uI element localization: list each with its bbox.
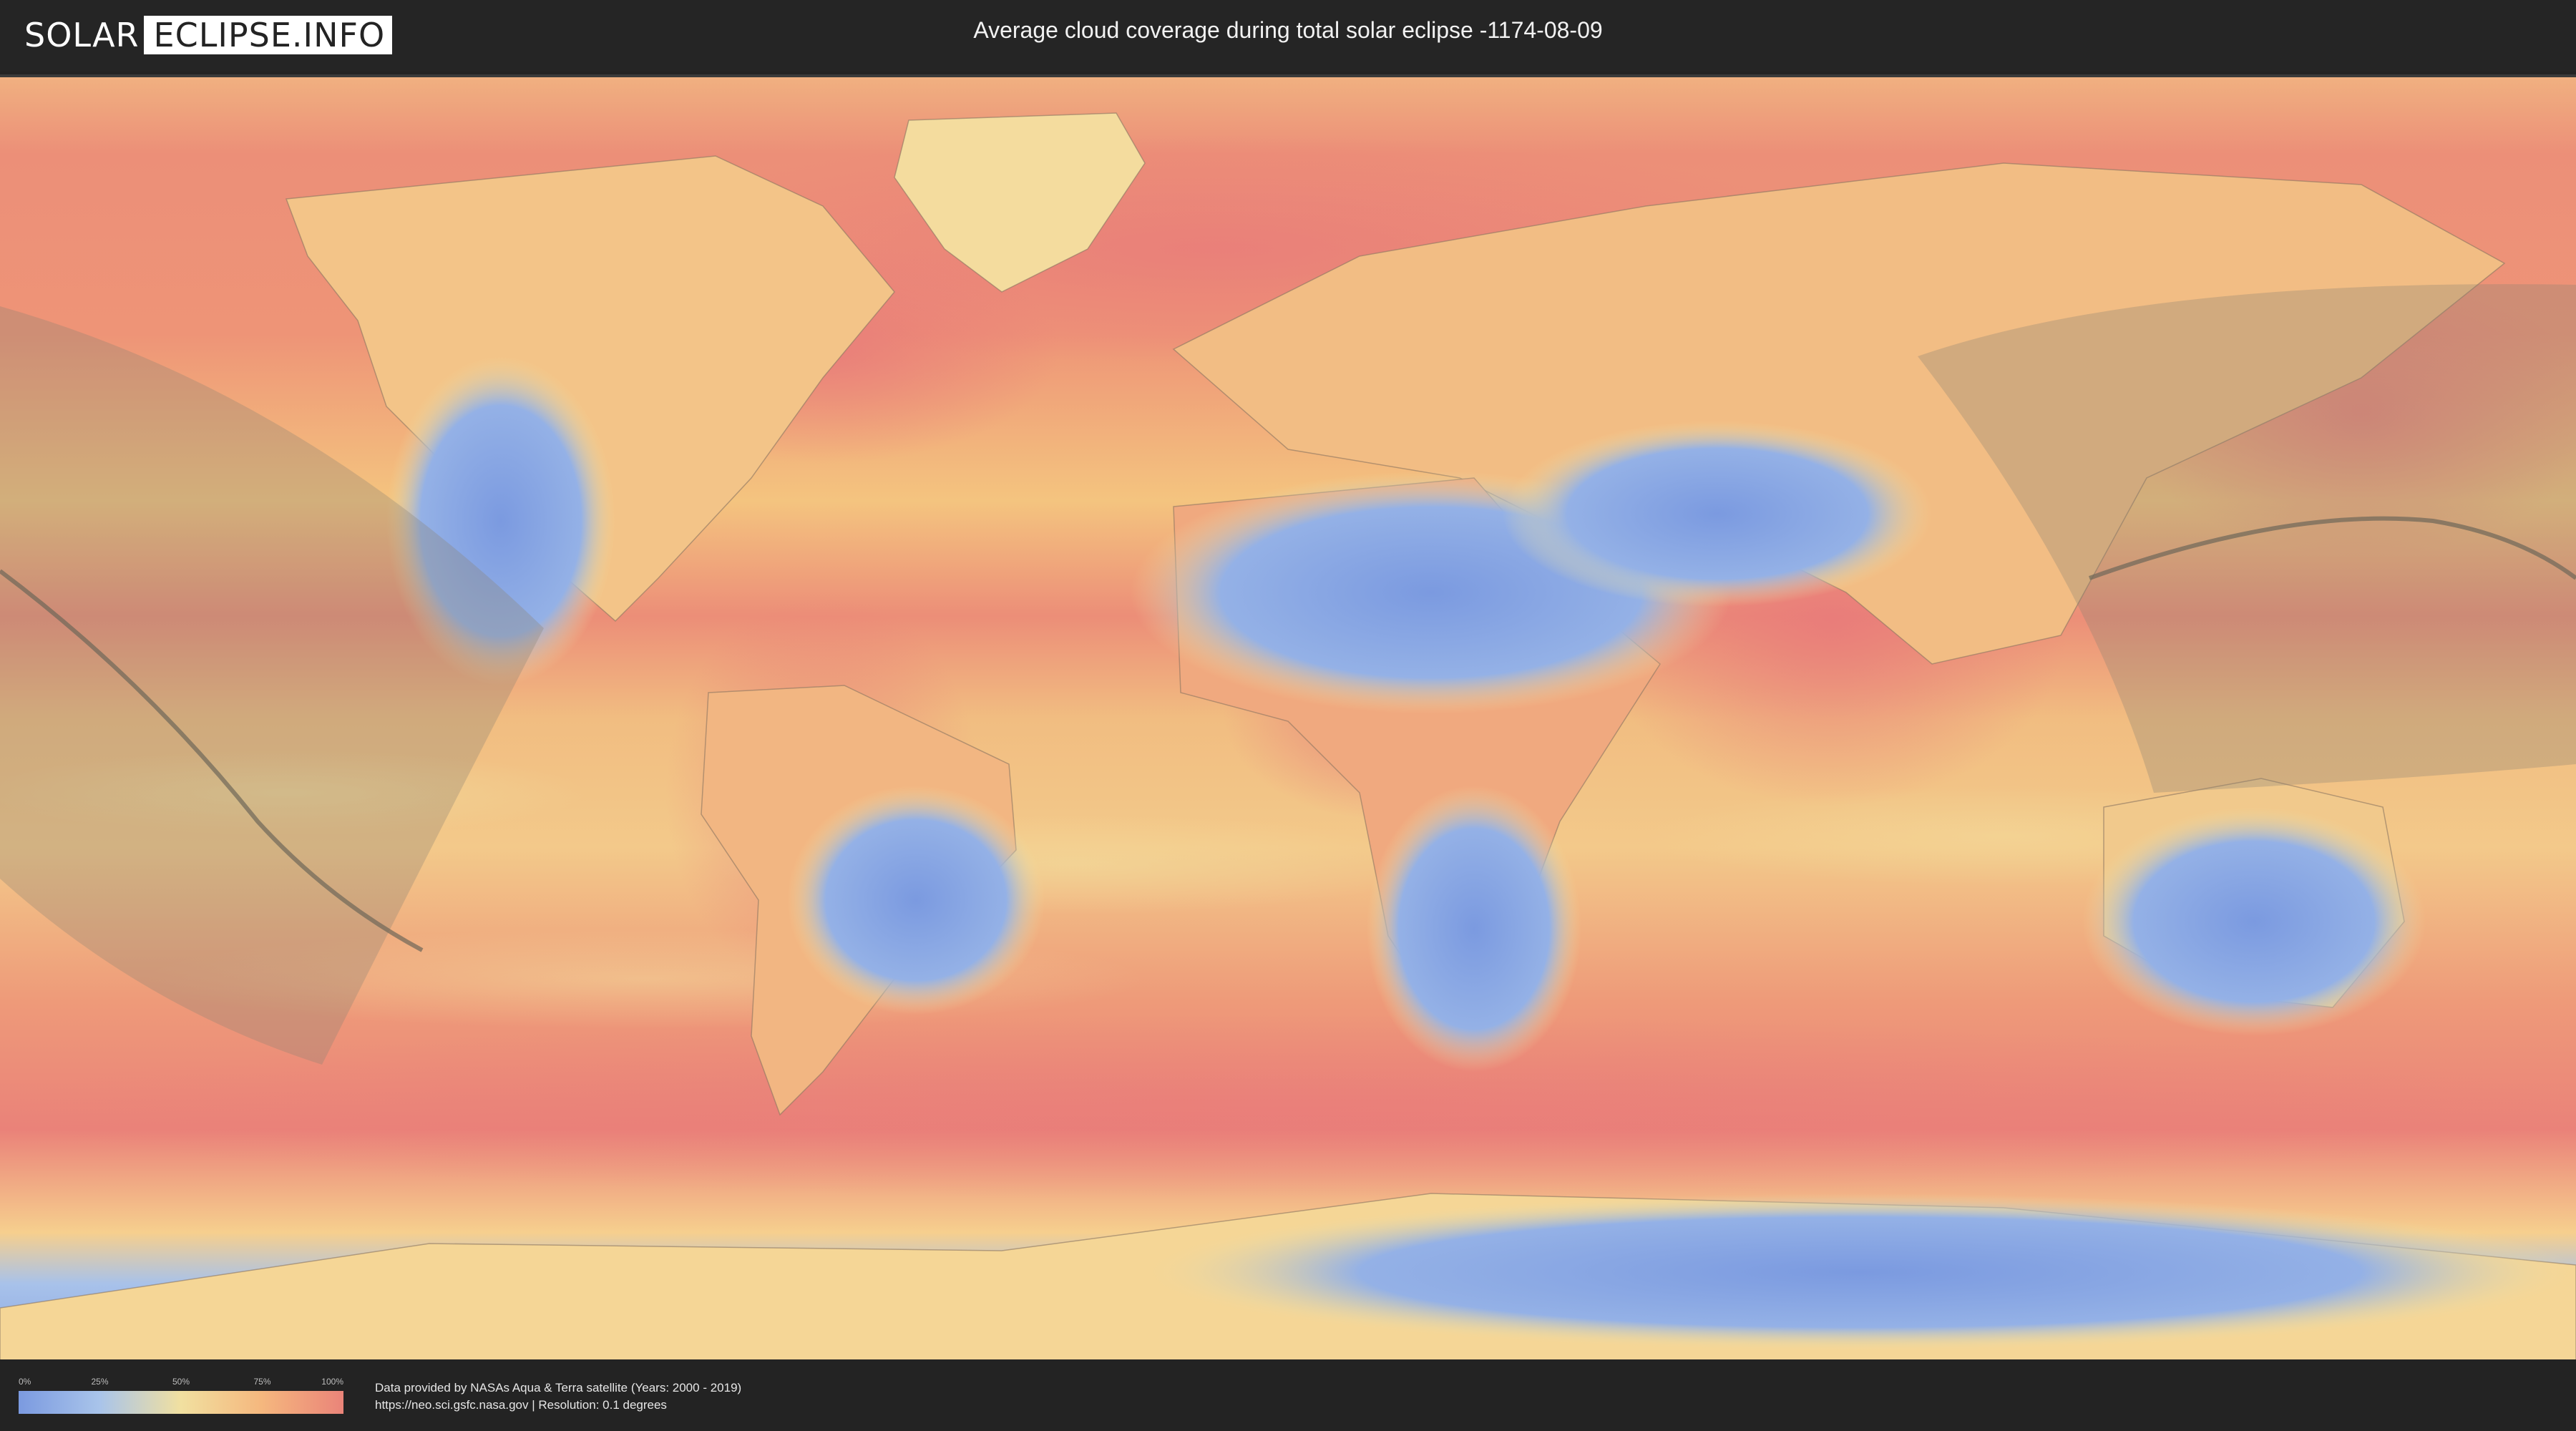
legend-tick-50: 50% xyxy=(172,1377,190,1387)
cloud-coverage-map[interactable] xyxy=(0,74,2576,1361)
credits-line-url[interactable]: https://neo.sci.gsfc.nasa.gov | Resoluti… xyxy=(375,1397,741,1414)
legend-tick-25: 25% xyxy=(91,1377,109,1387)
footer-bar: 0% 25% 50% 75% 100% Data provided by NAS… xyxy=(0,1359,2576,1431)
cloud-coverage-legend: 0% 25% 50% 75% 100% xyxy=(19,1377,343,1414)
page-title: Average cloud coverage during total sola… xyxy=(973,17,1603,43)
legend-tick-100: 100% xyxy=(321,1377,343,1387)
data-credits: Data provided by NASAs Aqua & Terra sate… xyxy=(375,1379,741,1414)
legend-tick-0: 0% xyxy=(19,1377,31,1387)
credits-line-source: Data provided by NASAs Aqua & Terra sate… xyxy=(375,1381,742,1395)
legend-tick-75: 75% xyxy=(253,1377,271,1387)
map-canvas xyxy=(0,77,2576,1361)
legend-ticks: 0% 25% 50% 75% 100% xyxy=(19,1377,343,1390)
legend-color-bar xyxy=(19,1391,343,1414)
header-bar: SOLAR ECLIPSE.INFO Average cloud coverag… xyxy=(0,0,2576,72)
